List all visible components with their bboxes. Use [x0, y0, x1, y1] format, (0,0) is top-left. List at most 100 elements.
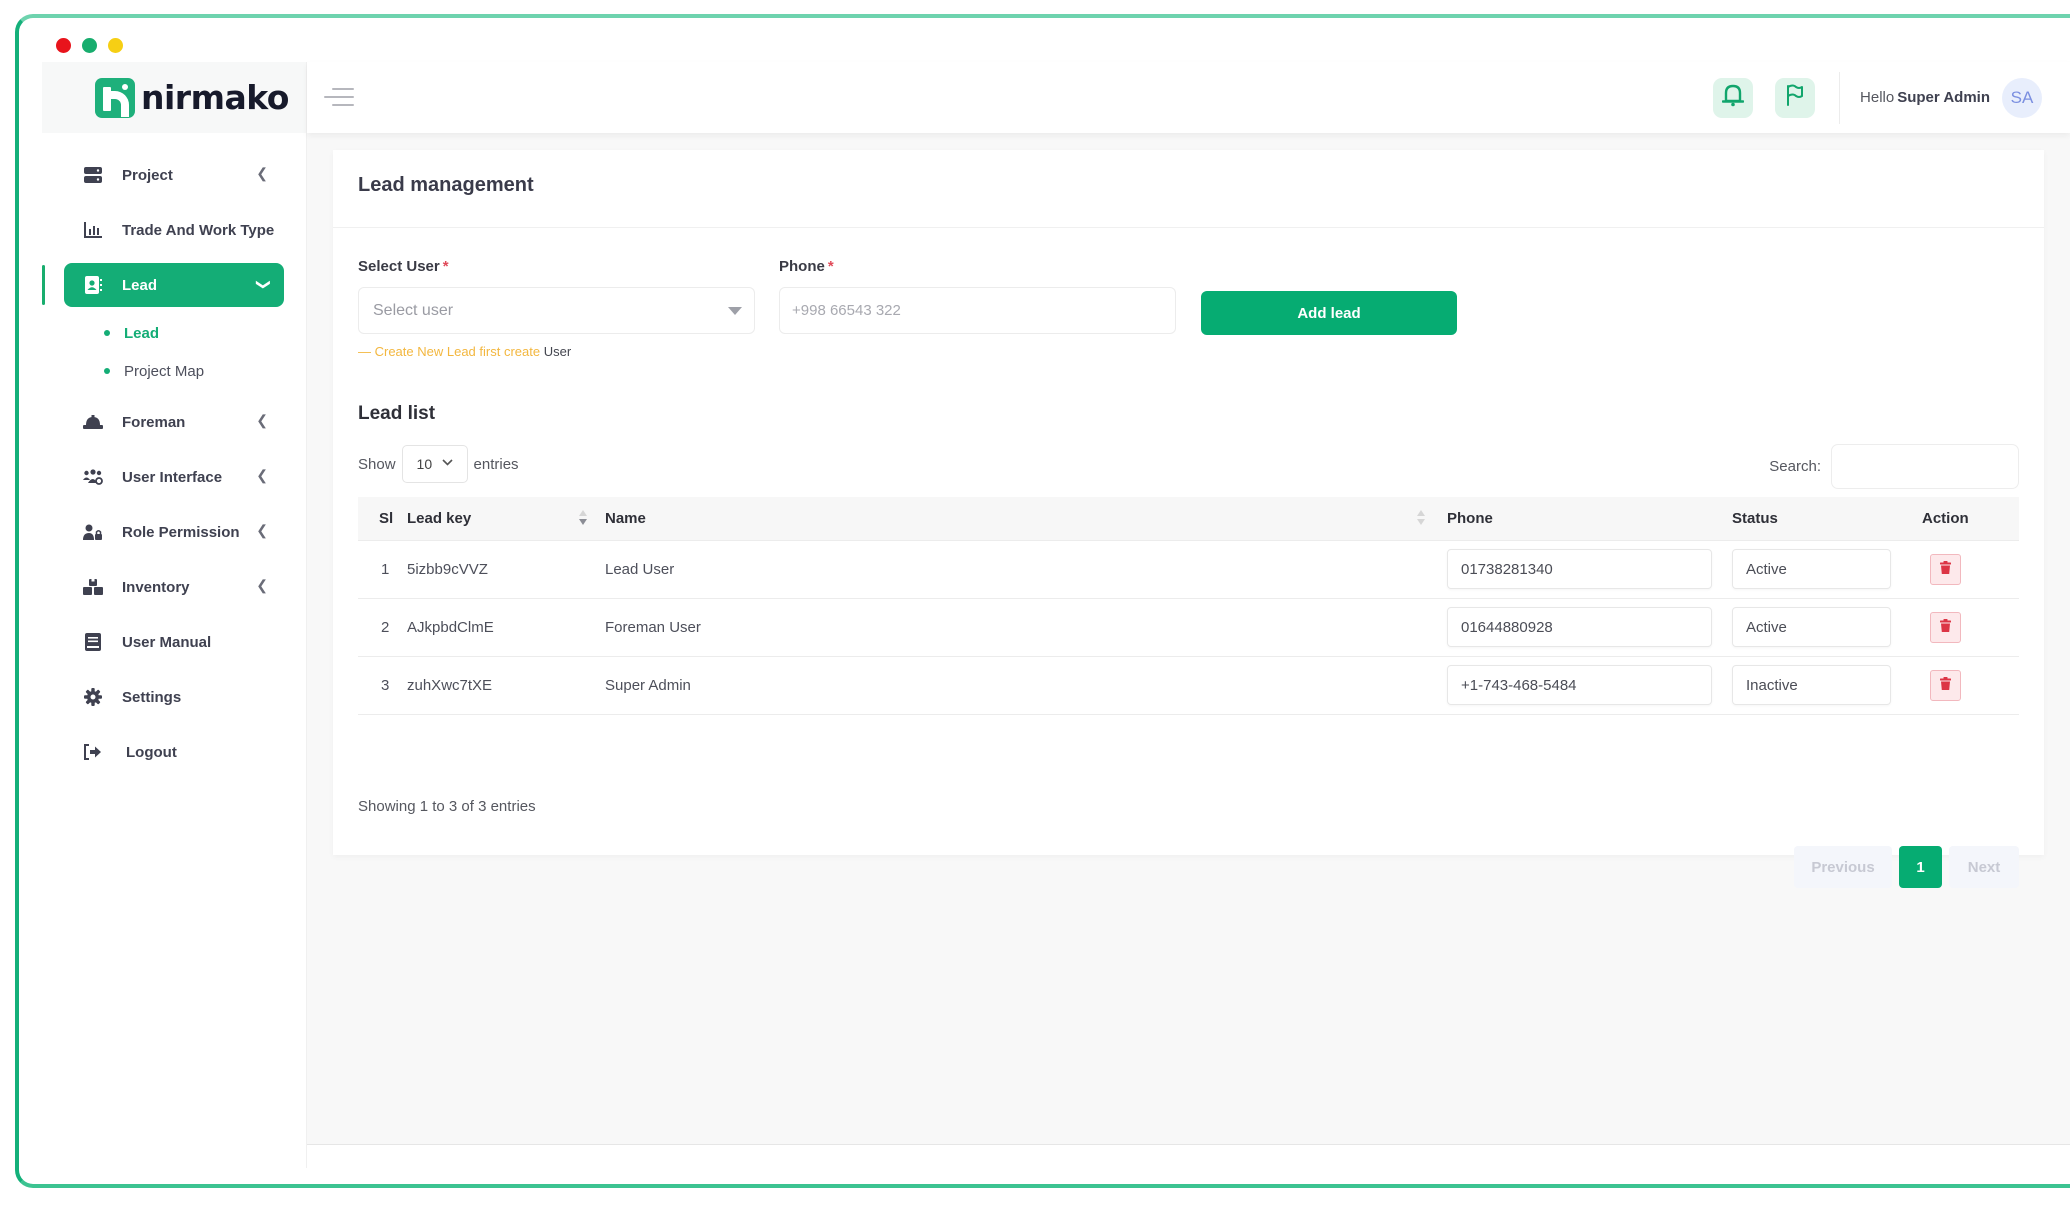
table-row: 2 AJkpbdClmE Foreman User 01644880928 Ac… [358, 597, 2019, 657]
sidebar-item-label: Logout [126, 743, 177, 761]
phone-value-box[interactable]: 01738281340 [1447, 549, 1712, 589]
add-lead-button[interactable]: Add lead [1201, 291, 1457, 335]
window-controls [56, 38, 123, 53]
column-header-action: Action [1922, 509, 1969, 527]
close-window-button[interactable] [56, 38, 71, 53]
sidebar-item-user-interface[interactable]: User Interface ❮ [64, 455, 284, 499]
phone-value-box[interactable]: +1-743-468-5484 [1447, 665, 1712, 705]
sidebar-item-foreman[interactable]: Foreman ❮ [64, 400, 284, 444]
sort-icon [1417, 510, 1425, 528]
cell-status: Active [1732, 539, 1922, 599]
cell-action [1922, 655, 2019, 715]
delete-button[interactable] [1930, 669, 1961, 701]
sidebar: nirmako Project ❮ Trade And Work Type Le… [42, 62, 307, 1168]
logo-mark-icon [95, 77, 135, 118]
sidebar-item-settings[interactable]: Settings [64, 675, 284, 719]
phone-label: Phone * [779, 258, 834, 275]
sidebar-item-inventory[interactable]: Inventory ❮ [64, 565, 284, 609]
top-header: Hello Super Admin SA [307, 62, 2070, 133]
status-value-box[interactable]: Active [1732, 607, 1891, 647]
notifications-button[interactable] [1713, 77, 1754, 118]
phone-value-box[interactable]: 01644880928 [1447, 607, 1712, 647]
user-name: Super Admin [1897, 89, 1990, 106]
column-header-sl[interactable]: Sl [358, 497, 407, 540]
cell-sl: 1 [358, 539, 407, 599]
user-greeting: Hello Super Admin [1860, 89, 1990, 106]
logo-text: nirmako [141, 78, 289, 117]
submenu-item-lead[interactable]: Lead [104, 314, 306, 352]
status-value-box[interactable]: Active [1732, 549, 1891, 589]
sidebar-item-label: Project [122, 166, 173, 184]
cell-status: Active [1732, 597, 1922, 657]
lead-list-title: Lead list [358, 403, 436, 424]
chevron-left-icon: ❮ [256, 577, 268, 593]
helper-user-link[interactable]: User [544, 344, 571, 359]
trash-icon [1940, 560, 1951, 578]
column-header-phone: Phone [1447, 509, 1493, 527]
search-label: Search: [1769, 458, 1821, 475]
sidebar-item-user-manual[interactable]: User Manual [64, 620, 284, 664]
chevron-left-icon: ❮ [256, 467, 268, 483]
header-actions: Hello Super Admin SA [1691, 71, 2042, 124]
bar-chart-icon [82, 219, 104, 241]
helper-text: — Create New Lead first create User [358, 344, 572, 359]
contact-book-icon [82, 274, 104, 296]
previous-page-button[interactable]: Previous [1794, 846, 1892, 888]
sort-icon [579, 510, 587, 528]
cell-phone: 01644880928 [1447, 597, 1732, 657]
page-1-button[interactable]: 1 [1899, 846, 1942, 888]
search-input[interactable] [1831, 444, 2019, 489]
logo[interactable]: nirmako [42, 62, 306, 133]
page-length-select[interactable]: 10 [401, 445, 468, 483]
sidebar-item-label: Trade And Work Type [122, 221, 275, 239]
chevron-left-icon: ❮ [256, 165, 268, 181]
chevron-down-icon [441, 455, 453, 469]
bullet-icon [104, 368, 110, 374]
page-title: Lead management [333, 150, 2044, 228]
users-cog-icon [82, 466, 104, 488]
pagination: Previous 1 Next [1794, 846, 2019, 888]
submenu-item-project-map[interactable]: Project Map [104, 352, 306, 390]
sidebar-item-lead[interactable]: Lead ❮ [42, 263, 284, 307]
sidebar-item-trade-and-work-type[interactable]: Trade And Work Type [64, 208, 284, 252]
select-user-dropdown[interactable]: Select user [358, 287, 755, 334]
header-divider [1839, 71, 1841, 124]
lead-management-card: Lead management Select User * Select user… [333, 150, 2044, 888]
phone-input[interactable] [779, 287, 1176, 334]
sidebar-item-label: User Manual [122, 633, 212, 651]
active-indicator [42, 265, 45, 305]
chevron-left-icon: ❮ [256, 522, 268, 538]
column-header-status: Status [1732, 509, 1778, 527]
maximize-window-button[interactable] [108, 38, 123, 53]
minimize-window-button[interactable] [82, 38, 97, 53]
bullet-icon [104, 330, 110, 336]
lead-table: Sl Lead key Name Phone Status Action 1 5… [358, 497, 2019, 715]
lead-submenu: Lead Project Map [104, 314, 306, 390]
page-length-control: Show 10 entries [358, 445, 519, 483]
status-value-box[interactable]: Inactive [1732, 665, 1891, 705]
next-page-button[interactable]: Next [1949, 846, 2019, 888]
column-header-lead-key[interactable]: Lead key [407, 497, 605, 540]
delete-button[interactable] [1930, 553, 1961, 585]
bell-icon [1721, 83, 1745, 112]
select-user-label: Select User * [358, 258, 449, 275]
sidebar-item-label: Settings [122, 688, 182, 706]
delete-button[interactable] [1930, 611, 1961, 643]
cell-lead-key: 5izbb9cVVZ [407, 539, 605, 599]
submenu-item-label: Project Map [124, 362, 205, 380]
caret-down-icon [728, 307, 742, 315]
sidebar-item-role-permission[interactable]: Role Permission ❮ [64, 510, 284, 554]
footer-bar [307, 1144, 2070, 1168]
user-lock-icon [82, 521, 104, 543]
phone-field: Phone * [779, 258, 1176, 359]
menu-toggle-icon[interactable] [324, 88, 354, 108]
column-header-name[interactable]: Name [605, 497, 1447, 540]
sidebar-item-logout[interactable]: Logout [64, 730, 284, 774]
sidebar-item-project[interactable]: Project ❮ [64, 153, 284, 197]
book-icon [82, 631, 104, 653]
boxes-icon [82, 576, 104, 598]
app-shell: nirmako Project ❮ Trade And Work Type Le… [42, 62, 2070, 1168]
avatar[interactable]: SA [2002, 77, 2042, 118]
flag-button[interactable] [1775, 77, 1816, 118]
sidebar-item-label: Foreman [122, 413, 186, 431]
